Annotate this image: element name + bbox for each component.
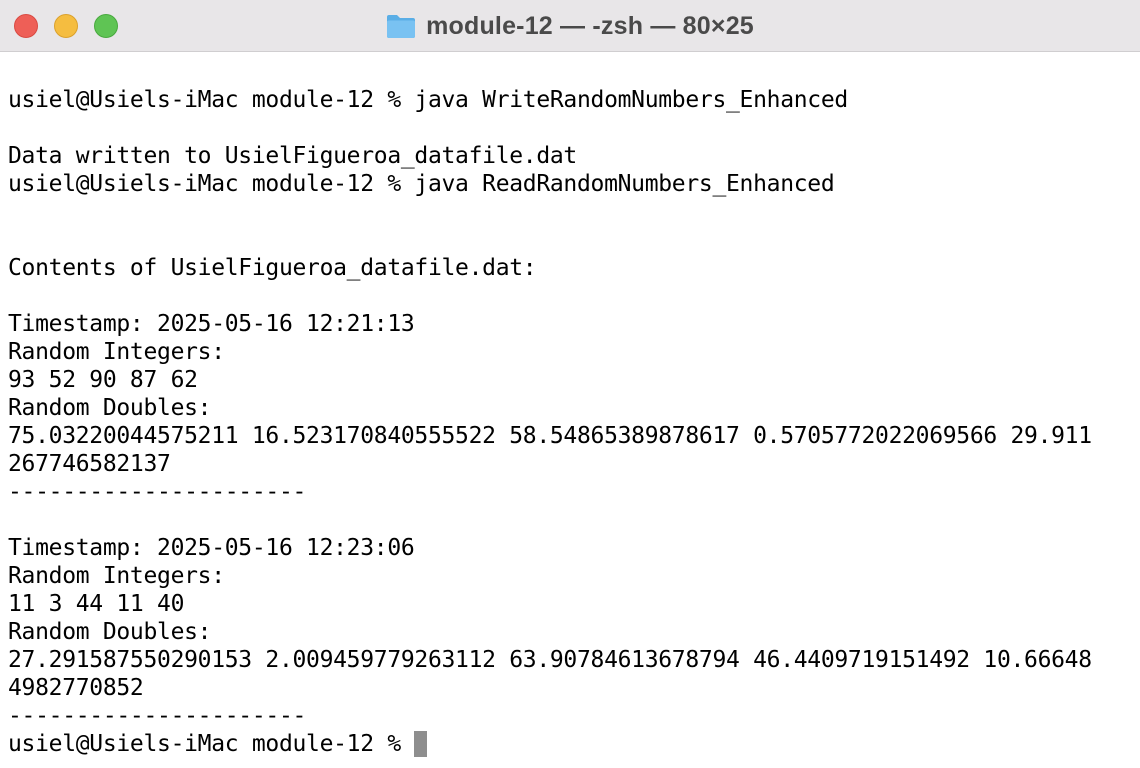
terminal-line: Random Doubles:: [8, 619, 212, 645]
window-title-group: module-12 — -zsh — 80×25: [0, 0, 1140, 52]
terminal-line: 267746582137: [8, 451, 171, 477]
terminal-window: module-12 — -zsh — 80×25 usiel@Usiels-iM…: [0, 0, 1140, 768]
terminal-line: Random Doubles:: [8, 395, 212, 421]
terminal-line: Random Integers:: [8, 339, 225, 365]
terminal-line: 93 52 90 87 62: [8, 367, 198, 393]
terminal-line: Data written to UsielFigueroa_datafile.d…: [8, 143, 577, 169]
text-cursor: [414, 731, 428, 757]
terminal-output[interactable]: usiel@Usiels-iMac module-12 % java Write…: [0, 52, 1140, 768]
terminal-line: usiel@Usiels-iMac module-12 % java ReadR…: [8, 171, 835, 197]
terminal-line: Random Integers:: [8, 563, 225, 589]
terminal-line: 75.03220044575211 16.523170840555522 58.…: [8, 423, 1092, 449]
terminal-line: Contents of UsielFigueroa_datafile.dat:: [8, 255, 537, 281]
title-bar[interactable]: module-12 — -zsh — 80×25: [0, 0, 1140, 52]
terminal-line: ----------------------: [8, 703, 307, 729]
terminal-line: 27.291587550290153 2.009459779263112 63.…: [8, 647, 1092, 673]
prompt-text: usiel@Usiels-iMac module-12 %: [8, 731, 415, 757]
window-title: module-12 — -zsh — 80×25: [426, 11, 754, 40]
terminal-line: Timestamp: 2025-05-16 12:23:06: [8, 535, 415, 561]
folder-icon: [386, 13, 416, 39]
terminal-line: 4982770852: [8, 675, 144, 701]
terminal-line: ----------------------: [8, 479, 307, 505]
terminal-line: 11 3 44 11 40: [8, 591, 185, 617]
terminal-line: usiel@Usiels-iMac module-12 % java Write…: [8, 87, 848, 113]
terminal-line: Timestamp: 2025-05-16 12:21:13: [8, 311, 415, 337]
prompt-line[interactable]: usiel@Usiels-iMac module-12 %: [8, 730, 1140, 758]
